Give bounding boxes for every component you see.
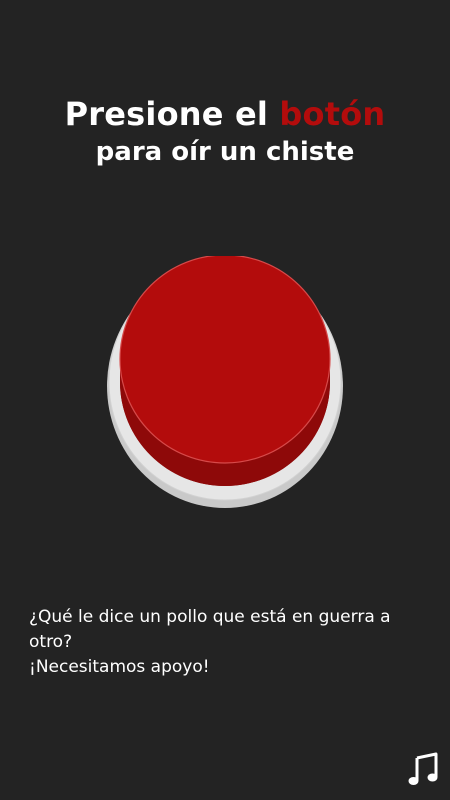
page-title: Presione el botón xyxy=(0,94,450,134)
page-subtitle: para oír un chiste xyxy=(95,137,355,167)
music-toggle-button[interactable] xyxy=(408,752,440,786)
red-push-button-icon xyxy=(107,256,343,508)
joke-answer: ¡Necesitamos apoyo! xyxy=(29,657,210,677)
app-screen: Presione el botón para oír un chiste ¿Qu… xyxy=(0,0,450,800)
joke-button[interactable] xyxy=(106,256,344,510)
title-accent-word: botón xyxy=(279,95,386,133)
joke-text: ¿Qué le dice un pollo que está en guerra… xyxy=(29,605,429,680)
title-prefix: Presione el xyxy=(64,95,280,133)
page-heading: Presione el botón para oír un chiste xyxy=(0,94,450,170)
music-note-icon xyxy=(408,752,438,785)
joke-question: ¿Qué le dice un pollo que está en guerra… xyxy=(29,607,391,652)
